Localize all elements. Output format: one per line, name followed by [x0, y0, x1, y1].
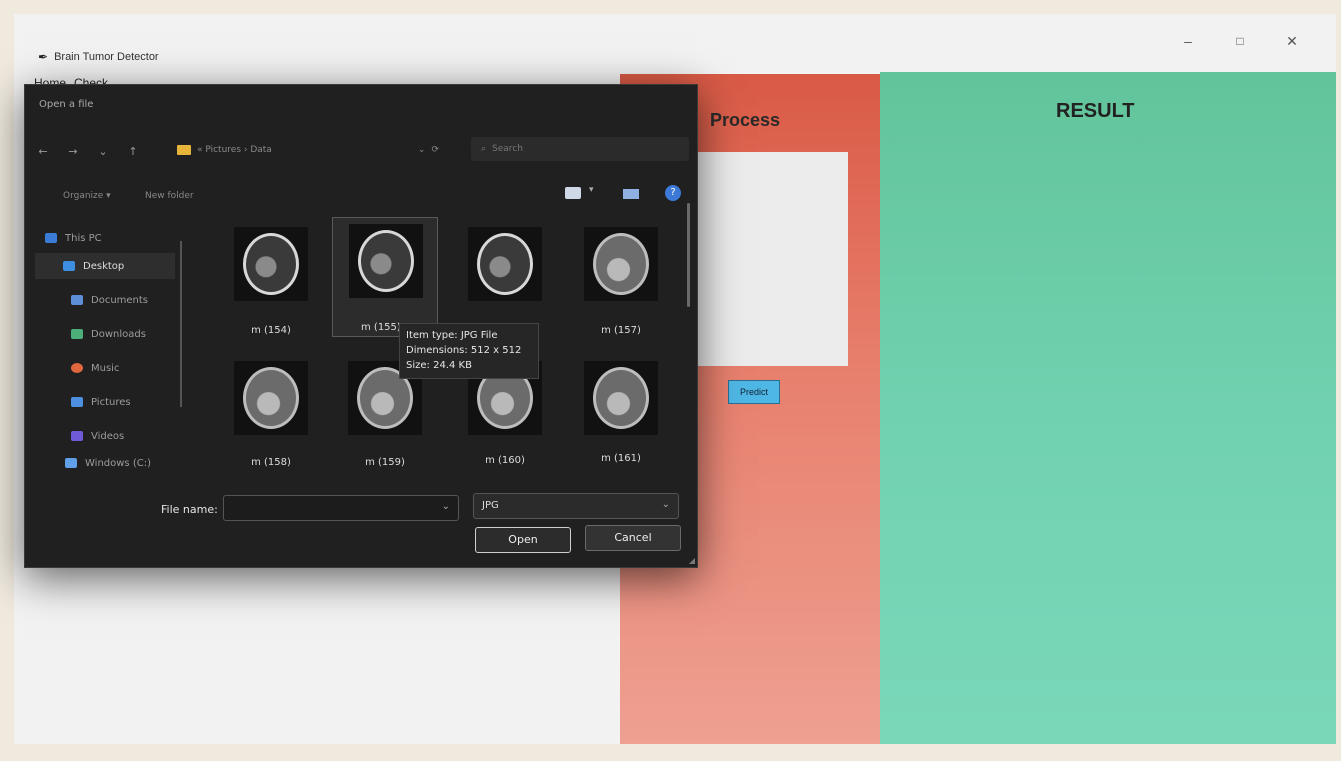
close-button[interactable]: ✕ — [1278, 30, 1306, 52]
sidebar-item-desktop[interactable]: Desktop — [35, 253, 175, 279]
organize-button[interactable]: Organize ▾ — [63, 191, 111, 201]
address-bar[interactable]: « Pictures › Data ⌄ ⟳ — [177, 139, 439, 161]
file-type-value: JPG — [482, 500, 499, 511]
search-icon: ⌕ — [481, 144, 487, 154]
mri-thumbnail-image — [234, 227, 308, 301]
file-name-label: m (154) — [251, 325, 291, 336]
tooltip-dimensions: Dimensions: 512 x 512 — [406, 345, 522, 356]
file-thumbnail[interactable]: m (157) — [568, 221, 674, 341]
sidebar-item-label: Videos — [91, 430, 125, 442]
sidebar-item-label: Windows (C:) — [85, 457, 151, 469]
search-input[interactable]: ⌕ Search — [471, 137, 689, 161]
dialog-toolbar: Organize ▾ New folder ▾ ? — [25, 185, 697, 209]
result-panel: RESULT — [880, 72, 1336, 744]
file-name-label: m (160) — [485, 455, 525, 466]
brain-scan-graphic — [243, 367, 299, 429]
file-name-label: m (161) — [601, 453, 641, 464]
dialog-sidebar: This PC Desktop Documents Downloads Musi… — [25, 225, 187, 485]
brain-scan-graphic — [593, 233, 649, 295]
back-arrow-icon[interactable]: ← — [31, 145, 55, 158]
sidebar-item-label: Documents — [91, 294, 149, 306]
sidebar-item-windows-c[interactable]: Windows (C:) — [65, 455, 195, 471]
file-thumbnail-selected[interactable]: m (155) — [332, 217, 438, 337]
sidebar-item-label: Pictures — [91, 396, 131, 408]
help-icon[interactable]: ? — [665, 185, 681, 201]
cancel-button[interactable]: Cancel — [585, 525, 681, 551]
recent-chevron-icon[interactable]: ⌄ — [91, 145, 115, 158]
mri-thumbnail-image — [584, 361, 658, 435]
address-chevron-icon[interactable]: ⌄ — [418, 145, 426, 155]
mri-thumbnail-image — [584, 227, 658, 301]
sidebar-item-label: Downloads — [91, 328, 146, 340]
feather-icon: ✒ — [38, 50, 49, 64]
music-icon — [71, 363, 83, 373]
file-name-input[interactable]: ⌄ — [223, 495, 459, 521]
search-placeholder: Search — [492, 144, 523, 154]
address-path: « Pictures › Data — [197, 145, 272, 155]
brain-scan-graphic — [593, 367, 649, 429]
open-button[interactable]: Open — [475, 527, 571, 553]
file-name-label: m (159) — [365, 457, 405, 468]
documents-icon — [71, 295, 83, 305]
brain-scan-graphic — [358, 230, 414, 292]
drive-icon — [65, 458, 77, 468]
forward-arrow-icon[interactable]: → — [61, 145, 85, 158]
downloads-icon — [71, 329, 83, 339]
file-type-select[interactable]: JPG ⌄ — [473, 493, 679, 519]
image-preview-box — [690, 152, 848, 366]
chevron-down-icon[interactable]: ⌄ — [442, 501, 450, 512]
grid-scrollbar[interactable] — [687, 203, 690, 307]
view-options-icon[interactable] — [565, 187, 581, 199]
pictures-icon — [71, 397, 83, 407]
app-title: Brain Tumor Detector — [54, 51, 159, 63]
sidebar-item-label: This PC — [65, 232, 102, 244]
up-arrow-icon[interactable]: ↑ — [121, 145, 145, 158]
mri-thumbnail-image — [234, 361, 308, 435]
tooltip-item-type: Item type: JPG File — [406, 330, 498, 341]
sidebar-item-videos[interactable]: Videos — [71, 423, 201, 449]
process-title: Process — [710, 110, 781, 130]
predict-button[interactable]: Predict — [728, 380, 780, 404]
file-open-dialog: Open a file ← → ⌄ ↑ « Pictures › Data ⌄ … — [24, 84, 698, 568]
file-name-label: m (157) — [601, 325, 641, 336]
videos-icon — [71, 431, 83, 441]
sidebar-item-this-pc[interactable]: This PC — [45, 225, 175, 251]
brain-scan-graphic — [243, 233, 299, 295]
preview-pane-icon[interactable] — [623, 189, 639, 199]
file-info-tooltip: Item type: JPG File Dimensions: 512 x 51… — [399, 323, 539, 379]
file-thumbnail[interactable]: m (154) — [218, 221, 324, 341]
view-chevron-icon[interactable]: ▾ — [589, 185, 594, 195]
minimize-button[interactable]: – — [1174, 30, 1202, 52]
maximize-button[interactable]: □ — [1226, 30, 1254, 52]
resize-grip-icon[interactable]: ◢ — [689, 556, 695, 565]
sidebar-item-label: Desktop — [83, 260, 125, 272]
tooltip-size: Size: 24.4 KB — [406, 360, 472, 371]
sidebar-item-label: Music — [91, 362, 120, 374]
desktop-icon — [63, 261, 75, 271]
new-folder-button[interactable]: New folder — [145, 191, 194, 201]
sidebar-scrollbar[interactable] — [180, 241, 182, 407]
app-title-group: ✒ Brain Tumor Detector — [38, 50, 159, 64]
chevron-down-icon: ⌄ — [661, 499, 670, 510]
mri-thumbnail-image — [468, 227, 542, 301]
pc-icon — [45, 233, 57, 243]
refresh-icon[interactable]: ⟳ — [431, 145, 439, 155]
mri-thumbnail-image — [349, 224, 423, 298]
result-title: RESULT — [1056, 100, 1135, 122]
brain-scan-graphic — [477, 233, 533, 295]
folder-icon — [177, 145, 191, 155]
file-name-field-label: File name: — [161, 503, 218, 516]
app-titlebar: ✒ Brain Tumor Detector – □ ✕ — [14, 14, 1336, 66]
file-name-label: m (158) — [251, 457, 291, 468]
dialog-title: Open a file — [39, 99, 94, 110]
